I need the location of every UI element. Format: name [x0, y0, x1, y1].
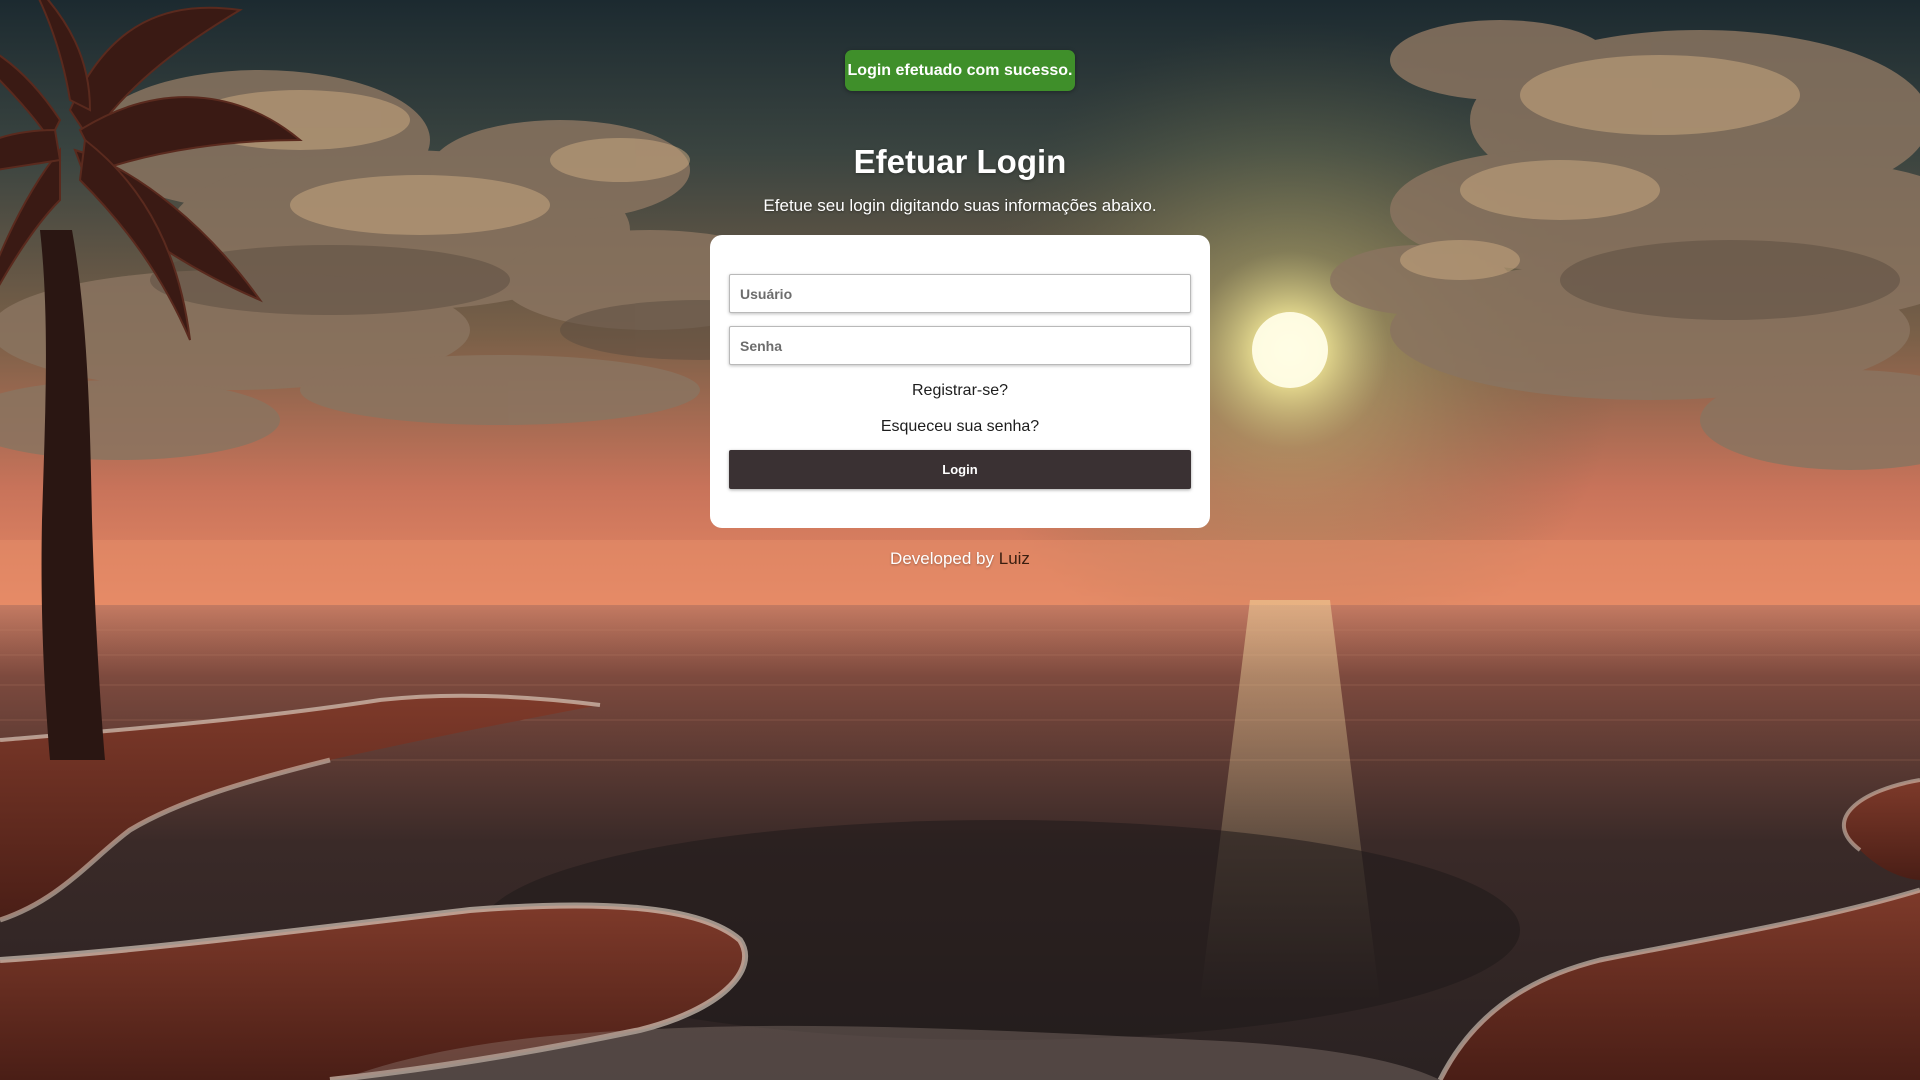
author-link[interactable]: Luiz: [999, 549, 1030, 568]
footer-prefix: Developed by: [890, 549, 995, 568]
page-subtitle: Efetue seu login digitando suas informaç…: [763, 196, 1157, 215]
login-button[interactable]: Login: [729, 450, 1191, 489]
forgot-password-link[interactable]: Esqueceu sua senha?: [710, 417, 1210, 437]
login-card: Registrar-se? Esqueceu sua senha? Login: [710, 235, 1210, 528]
register-link[interactable]: Registrar-se?: [710, 381, 1210, 401]
success-toast: Login efetuado com sucesso.: [845, 50, 1075, 91]
username-input[interactable]: [729, 274, 1191, 313]
footer-credit: Developed by Luiz: [0, 548, 1920, 570]
page-title: Efetuar Login: [853, 143, 1067, 180]
password-input[interactable]: [729, 326, 1191, 365]
